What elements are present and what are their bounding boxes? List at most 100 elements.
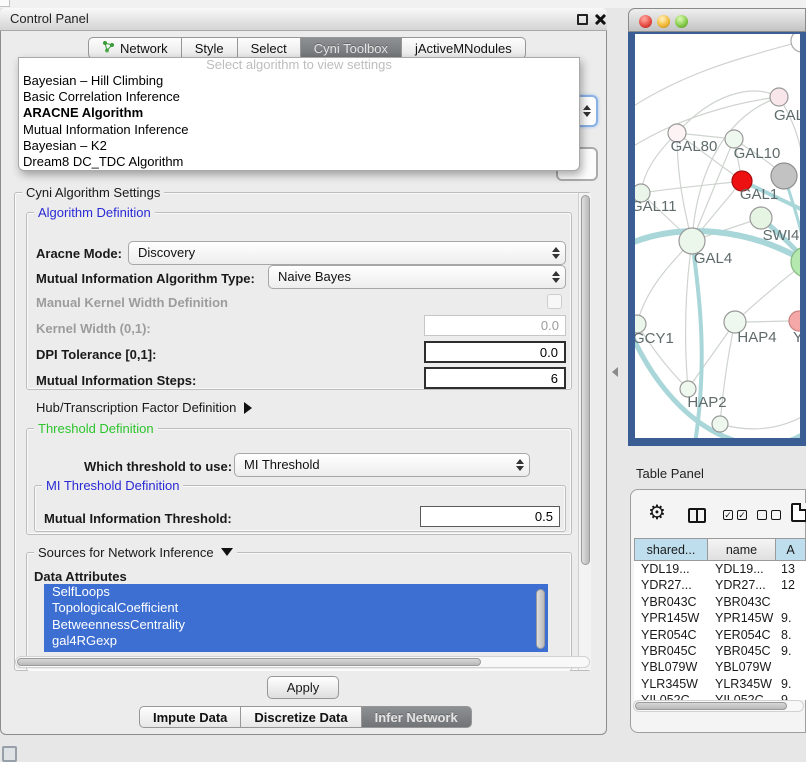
node-label: GAL11	[635, 198, 677, 215]
tab-impute-data[interactable]: Impute Data	[139, 706, 241, 728]
table-cell: YER054C	[708, 627, 776, 643]
control-panel-titlebar[interactable]	[0, 8, 607, 31]
aracne-mode-combo[interactable]: Discovery	[128, 241, 566, 265]
tab-style[interactable]: Style	[182, 37, 238, 59]
zoom-traffic-light[interactable]	[675, 15, 688, 28]
tab-infer-network[interactable]: Infer Network	[362, 706, 472, 728]
attribute-item[interactable]: TopologicalCoefficient	[44, 600, 548, 616]
settings-vertical-scrollbar[interactable]	[578, 193, 591, 670]
table-row[interactable]: YDR27...YDR27...12	[634, 577, 806, 593]
minimize-traffic-light[interactable]	[657, 15, 670, 28]
network-node[interactable]	[712, 416, 728, 432]
tab-network[interactable]: Network	[88, 37, 182, 59]
attribute-item[interactable]: SelfLoops	[44, 584, 548, 600]
settings-hscroll-thumb[interactable]	[17, 658, 481, 666]
close-traffic-light[interactable]	[639, 15, 652, 28]
table-row[interactable]: YLR345WYLR345W9.	[634, 676, 806, 692]
table-row[interactable]: YER054CYER054C8.	[634, 627, 806, 643]
algorithm-option[interactable]: Basic Correlation Inference	[19, 89, 579, 105]
export-table-icon[interactable]	[791, 503, 806, 522]
column-header[interactable]: A	[776, 538, 806, 561]
tab-label: Network	[120, 41, 168, 56]
node-label: GAL80	[671, 138, 718, 155]
network-canvas[interactable]: GALGAL80GAL10GAL1GAL11SWI4GAL4GCY1HAP4YH…	[635, 34, 800, 438]
algorithm-option[interactable]: Bayesian – Hill Climbing	[19, 73, 579, 89]
attribute-item[interactable]: BetweennessCentrality	[44, 617, 548, 633]
table-row[interactable]: YDL19...YDL19...13	[634, 561, 806, 577]
table-hscroll-thumb[interactable]	[635, 702, 787, 710]
tab-discretize-data[interactable]: Discretize Data	[241, 706, 361, 728]
float-icon[interactable]	[577, 14, 588, 25]
hub-definition-label: Hub/Transcription Factor Definition	[36, 400, 236, 415]
node-label: GAL1	[740, 186, 778, 203]
mi-type-value: Naive Bayes	[278, 269, 351, 284]
mi-type-combo[interactable]: Naive Bayes	[268, 265, 566, 289]
network-node-y[interactable]	[789, 311, 800, 331]
network-node-swi4[interactable]	[750, 207, 772, 229]
data-attributes-list[interactable]: SelfLoopsTopologicalCoefficientBetweenne…	[44, 584, 548, 652]
algorithm-option[interactable]: Mutual Information Inference	[19, 122, 579, 138]
table-horizontal-scrollbar[interactable]	[633, 700, 804, 712]
table-row[interactable]: YPR145WYPR145W9.	[634, 610, 806, 626]
minimized-panel-chip[interactable]	[2, 746, 17, 762]
hub-definition-section[interactable]: Hub/Transcription Factor Definition	[36, 400, 252, 415]
bottom-tab-bar: Impute DataDiscretize DataInfer Network	[139, 706, 472, 728]
mi-type-label: Mutual Information Algorithm Type:	[36, 271, 255, 286]
dpi-tolerance-field[interactable]: 0.0	[424, 341, 566, 363]
table-row[interactable]: YBR043CYBR043C	[634, 594, 806, 610]
checked-box-icon: ✓	[723, 510, 733, 520]
expanded-arrow-icon[interactable]	[221, 548, 233, 556]
node-label: HAP2	[687, 394, 726, 411]
table-cell: 9.	[776, 676, 806, 692]
collapsed-arrow-icon[interactable]	[244, 402, 252, 414]
algorithm-popup-list: Bayesian – Hill ClimbingBasic Correlatio…	[19, 73, 579, 170]
network-graph: GALGAL80GAL10GAL1GAL11SWI4GAL4GCY1HAP4YH…	[635, 34, 800, 438]
dpi-tolerance-label: DPI Tolerance [0,1]:	[36, 347, 156, 362]
close-icon[interactable]	[594, 13, 607, 26]
select-all-icon[interactable]: ✓✓	[723, 510, 747, 520]
manual-kernel-checkbox[interactable]	[547, 294, 562, 309]
gear-icon[interactable]: ⚙	[648, 503, 666, 523]
attribute-item[interactable]: gal4RGexp	[44, 633, 548, 649]
apply-button[interactable]: Apply	[267, 676, 339, 699]
kernel-width-field[interactable]: 0.0	[424, 315, 566, 336]
manual-kernel-label: Manual Kernel Width Definition	[36, 295, 228, 310]
which-threshold-combo[interactable]: MI Threshold	[234, 453, 530, 477]
panel-divider-arrow[interactable]	[612, 367, 618, 377]
node-label: Y	[793, 329, 800, 346]
deselect-all-icon[interactable]	[757, 510, 781, 520]
table-cell: 13	[776, 561, 806, 577]
settings-vscroll-thumb[interactable]	[581, 195, 590, 565]
algorithm-option[interactable]: Dream8 DC_TDC Algorithm	[19, 154, 579, 170]
tab-label: Cyni Toolbox	[314, 41, 388, 56]
unchecked-box-icon	[757, 510, 767, 520]
combo-stepper-icon	[516, 459, 524, 471]
column-header[interactable]: name	[708, 538, 776, 561]
table-cell: YBL079W	[634, 659, 708, 675]
mi-steps-field[interactable]: 6	[424, 367, 566, 389]
tab-select[interactable]: Select	[238, 37, 301, 59]
algorithm-option[interactable]: Bayesian – K2	[19, 138, 579, 154]
table-cell: YPR145W	[634, 610, 708, 626]
network-node[interactable]	[771, 163, 797, 189]
table-cell: YDR27...	[634, 577, 708, 593]
attr-list-vscroll-thumb[interactable]	[536, 589, 545, 649]
table-cell: 9.	[776, 643, 806, 659]
tab-jactivemnodules[interactable]: jActiveMNodules	[402, 37, 526, 59]
algorithm-option[interactable]: ARACNE Algorithm	[19, 105, 579, 121]
columns-icon[interactable]	[688, 508, 706, 523]
network-window-titlebar[interactable]	[628, 8, 806, 32]
settings-horizontal-scrollbar[interactable]	[15, 656, 590, 668]
network-node[interactable]	[791, 34, 800, 52]
table-row[interactable]: YBR045CYBR045C9.	[634, 643, 806, 659]
table-cell: YDR27...	[708, 577, 776, 593]
combo-stepper-icon	[583, 105, 591, 117]
node-label: GAL10	[734, 145, 781, 162]
column-header[interactable]: shared...	[634, 538, 708, 561]
mi-threshold-field[interactable]: 0.5	[420, 506, 560, 527]
tab-cyni-toolbox[interactable]: Cyni Toolbox	[301, 37, 402, 59]
network-node-gal[interactable]	[770, 88, 788, 106]
table-row[interactable]: YBL079WYBL079W	[634, 659, 806, 675]
table-cell: YDL19...	[634, 561, 708, 577]
table-cell	[776, 659, 806, 675]
